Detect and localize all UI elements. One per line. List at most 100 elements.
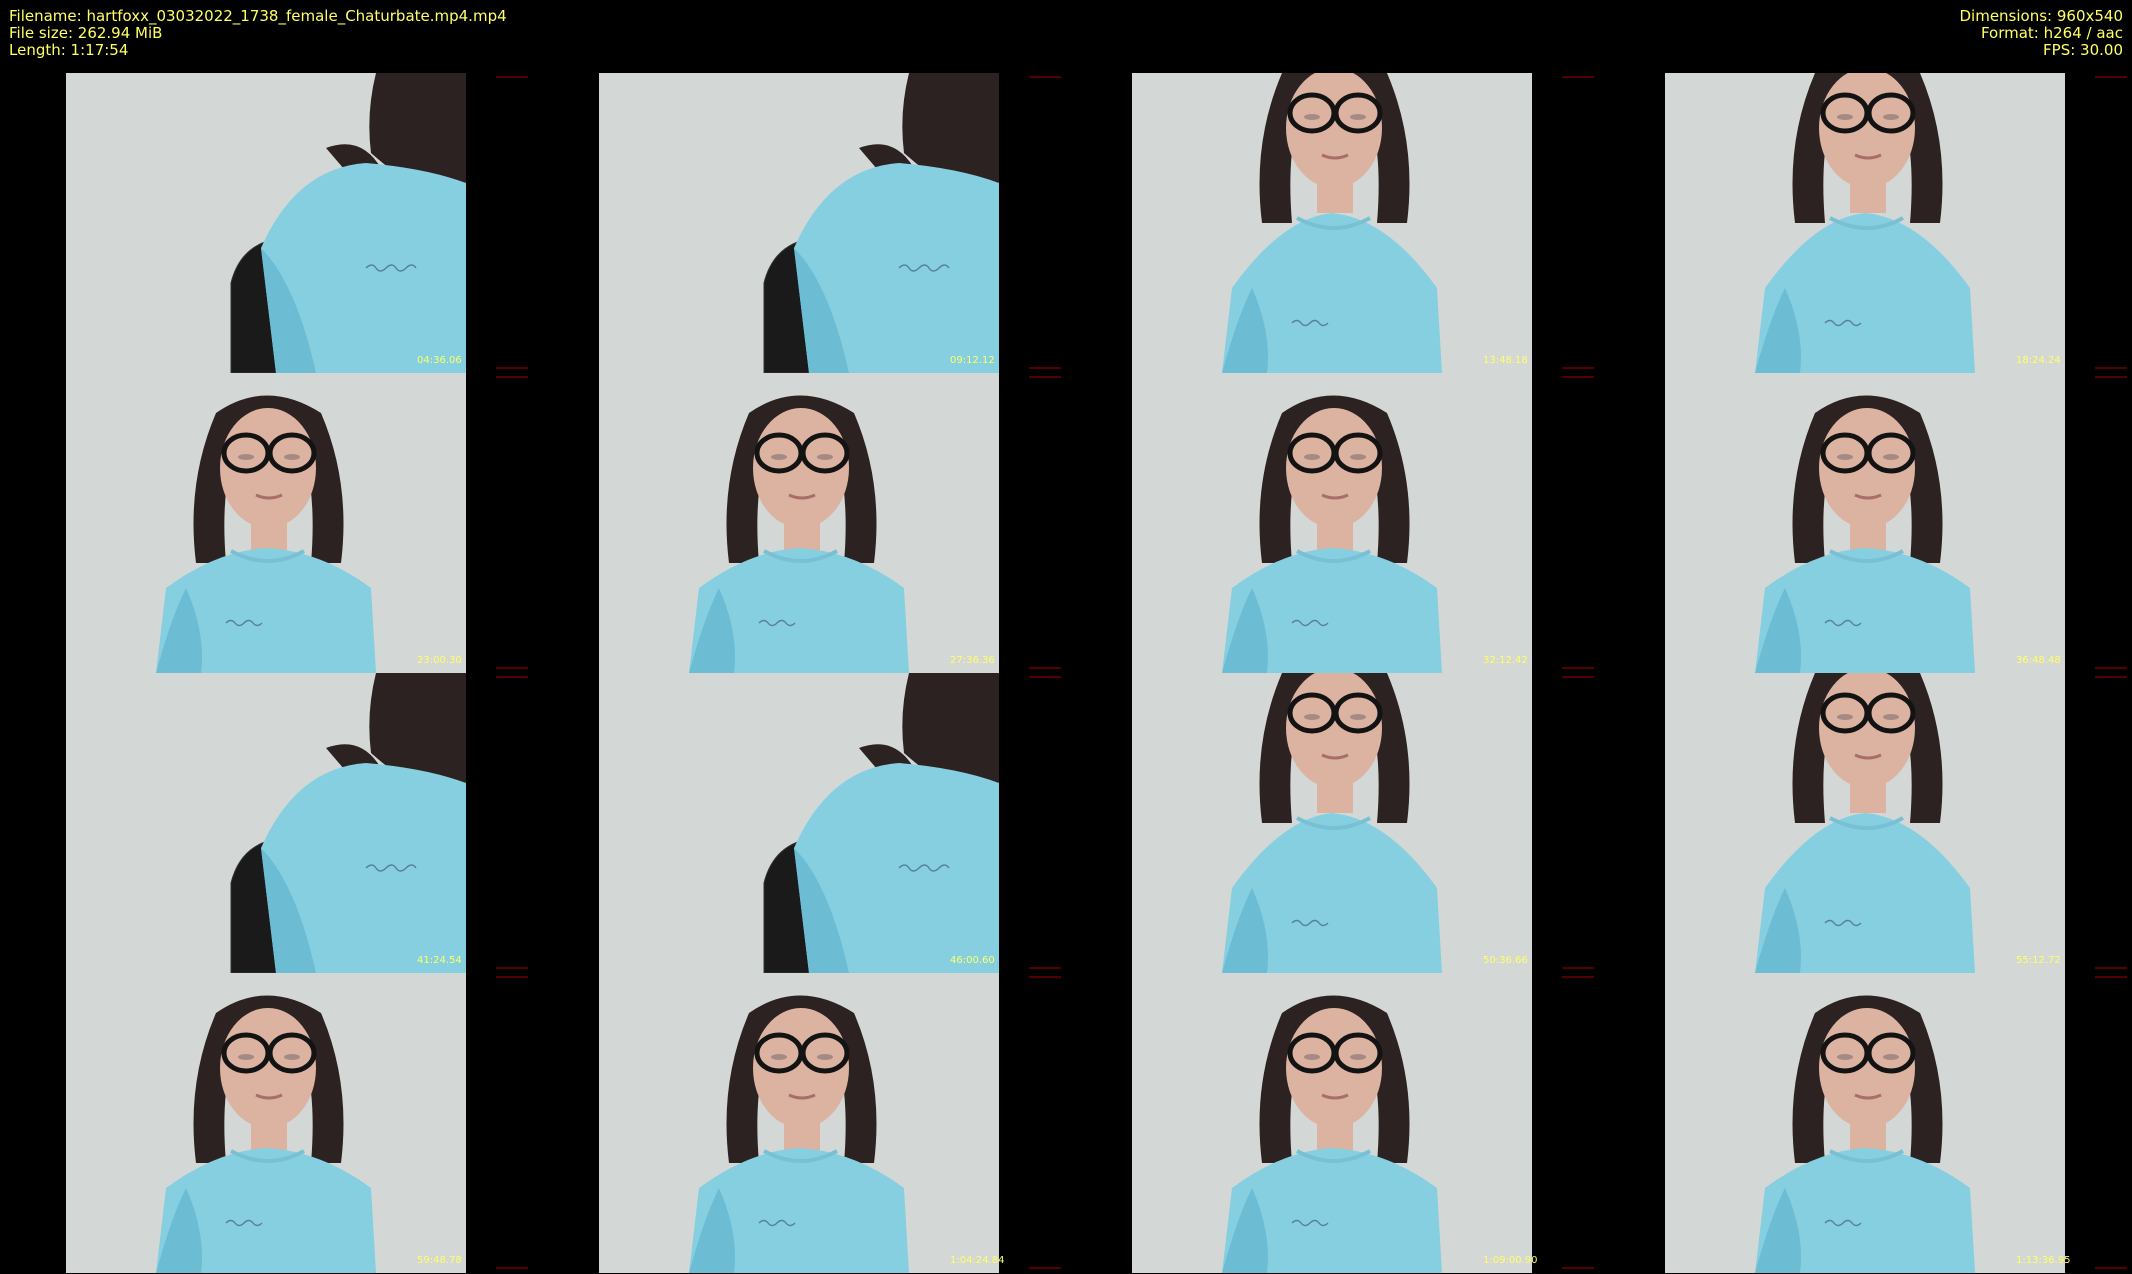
- thumbnail-tile: 55:12.72: [1599, 673, 2132, 973]
- video-frame: 1:13:36.95: [1599, 973, 2132, 1273]
- watermark-mark: [1562, 667, 1594, 669]
- thumbnail-tile: 18:24.24: [1599, 73, 2132, 373]
- frame-image: [1132, 673, 1532, 973]
- thumbnail-tile: 1:13:36.95: [1599, 973, 2132, 1273]
- watermark-mark: [1562, 967, 1594, 969]
- frame-timestamp: 36:48.48: [2016, 655, 2061, 666]
- frame-timestamp: 18:24.24: [2016, 355, 2061, 366]
- watermark-mark: [1562, 1267, 1594, 1269]
- thumbnail-tile: 23:00.30: [0, 373, 533, 673]
- watermark-mark: [1029, 967, 1061, 969]
- video-frame: 32:12.42: [1066, 373, 1599, 673]
- frame-timestamp: 1:04:24.84: [950, 1255, 1005, 1266]
- frame-timestamp: 41:24.54: [417, 955, 462, 966]
- length-text: Length: 1:17:54: [9, 41, 129, 59]
- watermark-mark: [496, 667, 528, 669]
- video-frame: 36:48.48: [1599, 373, 2132, 673]
- frame-image: [599, 673, 999, 973]
- watermark-mark: [1029, 367, 1061, 369]
- watermark-mark: [2095, 676, 2127, 678]
- watermark-mark: [2095, 367, 2127, 369]
- watermark-mark: [496, 76, 528, 78]
- frame-image: [1665, 973, 2065, 1273]
- thumbnail-tile: 41:24.54: [0, 673, 533, 973]
- frame-image: [1665, 373, 2065, 673]
- watermark-mark: [1562, 367, 1594, 369]
- frame-image: [1132, 73, 1532, 373]
- video-frame: 23:00.30: [0, 373, 533, 673]
- filename-text: Filename: hartfoxx_03032022_1738_female_…: [9, 7, 507, 25]
- video-frame: 1:04:24.84: [533, 973, 1066, 1273]
- frame-timestamp: 55:12.72: [2016, 955, 2061, 966]
- watermark-mark: [496, 676, 528, 678]
- thumbnail-tile: 1:09:00.90: [1066, 973, 1599, 1273]
- frame-timestamp: 50:36.66: [1483, 955, 1528, 966]
- fps-text: FPS: 30.00: [2043, 41, 2123, 59]
- thumbnail-tile: 32:12.42: [1066, 373, 1599, 673]
- frame-timestamp: 1:09:00.90: [1483, 1255, 1538, 1266]
- video-frame: 1:09:00.90: [1066, 973, 1599, 1273]
- thumbnail-tile: 46:00.60: [533, 673, 1066, 973]
- frame-image: [599, 373, 999, 673]
- watermark-mark: [496, 367, 528, 369]
- frame-image: [1665, 73, 2065, 373]
- watermark-mark: [496, 1267, 528, 1269]
- video-frame: 41:24.54: [0, 673, 533, 973]
- thumbnail-tile: 50:36.66: [1066, 673, 1599, 973]
- frame-image: [66, 73, 466, 373]
- frame-image: [599, 73, 999, 373]
- watermark-mark: [1029, 667, 1061, 669]
- frame-timestamp: 27:36.36: [950, 655, 995, 666]
- filesize-text: File size: 262.94 MiB: [9, 24, 163, 42]
- video-frame: 04:36.06: [0, 73, 533, 373]
- watermark-mark: [1562, 976, 1594, 978]
- watermark-mark: [496, 976, 528, 978]
- watermark-mark: [2095, 976, 2127, 978]
- video-frame: 55:12.72: [1599, 673, 2132, 973]
- video-frame: 13:48.18: [1066, 73, 1599, 373]
- watermark-mark: [2095, 376, 2127, 378]
- video-frame: 09:12.12: [533, 73, 1066, 373]
- thumbnail-tile: 09:12.12: [533, 73, 1066, 373]
- frame-timestamp: 32:12.42: [1483, 655, 1528, 666]
- video-frame: 46:00.60: [533, 673, 1066, 973]
- frame-timestamp: 59:48.78: [417, 1255, 462, 1266]
- watermark-mark: [1029, 676, 1061, 678]
- watermark-mark: [1562, 676, 1594, 678]
- watermark-mark: [2095, 1267, 2127, 1269]
- watermark-mark: [1562, 376, 1594, 378]
- thumbnail-tile: 59:48.78: [0, 973, 533, 1273]
- watermark-mark: [1029, 376, 1061, 378]
- frame-timestamp: 04:36.06: [417, 355, 462, 366]
- watermark-mark: [1029, 976, 1061, 978]
- watermark-mark: [2095, 967, 2127, 969]
- video-info-left: Filename: hartfoxx_03032022_1738_female_…: [9, 8, 507, 59]
- frame-timestamp: 09:12.12: [950, 355, 995, 366]
- thumbnail-tile: 1:04:24.84: [533, 973, 1066, 1273]
- watermark-mark: [496, 376, 528, 378]
- watermark-mark: [1029, 1267, 1061, 1269]
- video-frame: 59:48.78: [0, 973, 533, 1273]
- frame-image: [1132, 973, 1532, 1273]
- watermark-mark: [2095, 667, 2127, 669]
- thumbnail-tile: 04:36.06: [0, 73, 533, 373]
- thumbnail-tile: 27:36.36: [533, 373, 1066, 673]
- frame-image: [66, 973, 466, 1273]
- frame-timestamp: 46:00.60: [950, 955, 995, 966]
- video-frame: 50:36.66: [1066, 673, 1599, 973]
- video-frame: 18:24.24: [1599, 73, 2132, 373]
- dimensions-text: Dimensions: 960x540: [1959, 7, 2123, 25]
- video-info-right: Dimensions: 960x540 Format: h264 / aac F…: [1959, 8, 2123, 59]
- thumbnail-grid: 04:36.06 09:12.12 13:48.18 18:24.24 23:0…: [0, 73, 2132, 1274]
- thumbnail-tile: 13:48.18: [1066, 73, 1599, 373]
- watermark-mark: [1562, 76, 1594, 78]
- frame-image: [1665, 673, 2065, 973]
- video-frame: 27:36.36: [533, 373, 1066, 673]
- frame-image: [1132, 373, 1532, 673]
- watermark-mark: [496, 967, 528, 969]
- thumbnail-tile: 36:48.48: [1599, 373, 2132, 673]
- watermark-mark: [2095, 76, 2127, 78]
- format-text: Format: h264 / aac: [1980, 24, 2123, 42]
- frame-image: [66, 673, 466, 973]
- frame-image: [66, 373, 466, 673]
